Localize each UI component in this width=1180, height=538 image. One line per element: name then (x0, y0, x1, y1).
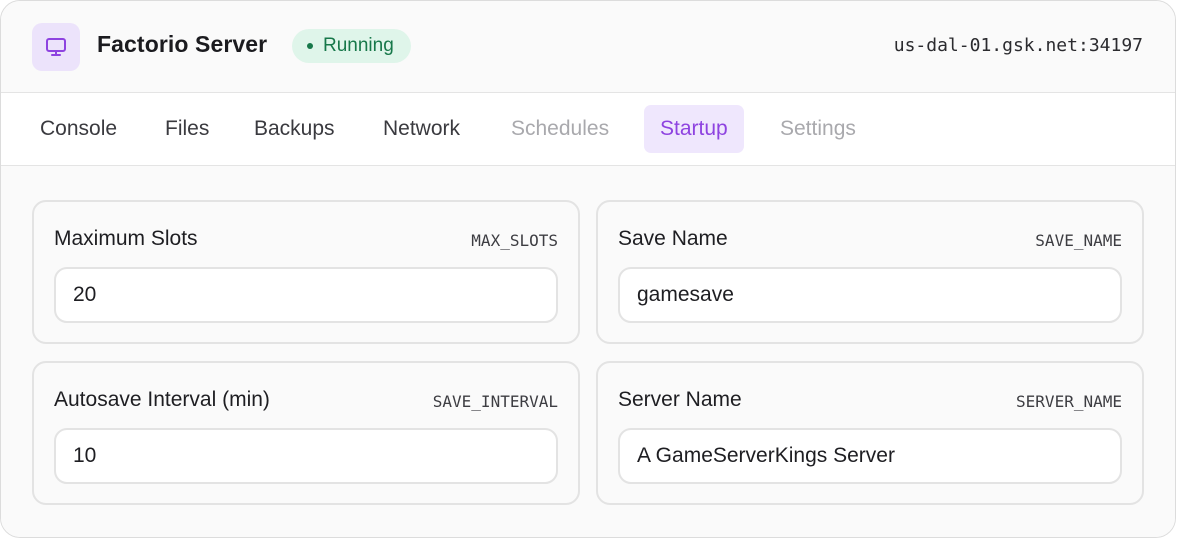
monitor-icon (32, 23, 80, 71)
variable-key: SAVE_NAME (1035, 231, 1122, 250)
variable-key: SAVE_INTERVAL (432, 392, 558, 411)
variable-key: SERVER_NAME (1016, 392, 1122, 411)
save-name-input[interactable]: gamesave (618, 267, 1122, 323)
variable-label: Autosave Interval (min) (54, 388, 270, 411)
startup-variables: Maximum Slots MAX_SLOTS 20 Save Name SAV… (1, 167, 1175, 537)
server-title: Factorio Server (97, 31, 268, 57)
variable-card-save-name: Save Name SAVE_NAME gamesave (596, 200, 1144, 344)
status-badge: Running (292, 29, 411, 63)
variable-label: Save Name (618, 227, 728, 250)
server-address: us-dal-01.gsk.net:34197 (893, 35, 1143, 56)
server-name-input[interactable]: A GameServerKings Server (618, 428, 1122, 484)
tab-network[interactable]: Network (367, 105, 476, 153)
tab-bar: Console Files Backups Network Schedules … (1, 93, 1175, 166)
variable-card-save-interval: Autosave Interval (min) SAVE_INTERVAL 10 (32, 361, 580, 505)
tab-console[interactable]: Console (24, 105, 133, 153)
variable-label: Maximum Slots (54, 227, 198, 250)
status-label: Running (323, 35, 394, 56)
tab-files[interactable]: Files (149, 105, 225, 153)
variable-card-max-slots: Maximum Slots MAX_SLOTS 20 (32, 200, 580, 344)
server-header: Factorio Server Running us-dal-01.gsk.ne… (1, 1, 1175, 93)
max-slots-input[interactable]: 20 (54, 267, 558, 323)
tab-backups[interactable]: Backups (238, 105, 351, 153)
tab-schedules: Schedules (511, 117, 610, 140)
status-dot-icon (307, 43, 313, 49)
variable-card-server-name: Server Name SERVER_NAME A GameServerKing… (596, 361, 1144, 505)
server-panel: Factorio Server Running us-dal-01.gsk.ne… (0, 0, 1176, 538)
variable-key: MAX_SLOTS (471, 231, 558, 250)
variable-label: Server Name (618, 388, 742, 411)
tab-startup[interactable]: Startup (644, 105, 744, 153)
save-interval-input[interactable]: 10 (54, 428, 558, 484)
tab-settings: Settings (780, 117, 856, 140)
